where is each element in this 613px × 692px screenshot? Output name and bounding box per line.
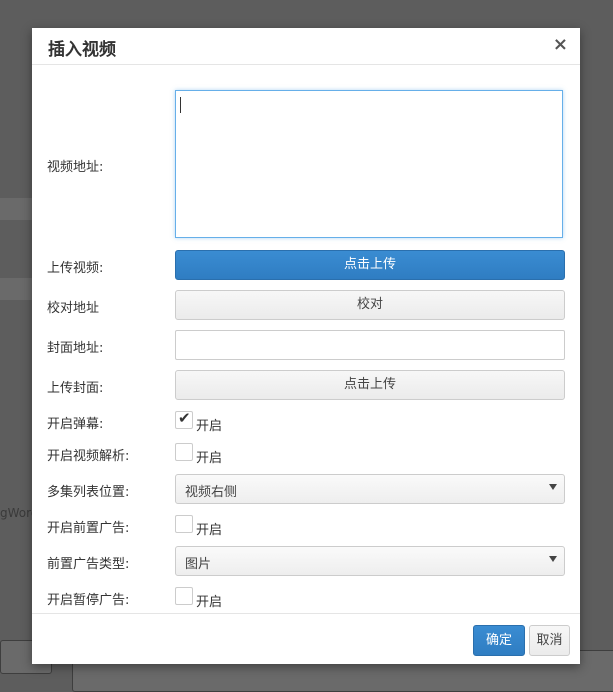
preroll-ad-checkbox[interactable]	[175, 515, 193, 533]
upload-cover-label: 上传封面:	[47, 381, 104, 396]
text-caret	[180, 97, 181, 113]
proofread-button[interactable]: 校对	[175, 290, 565, 320]
dialog-header: 插入视频 ×	[32, 28, 580, 65]
preroll-ad-option-label: 开启	[196, 523, 223, 538]
preroll-ad-label: 开启前置广告:	[47, 521, 130, 536]
checkmark-icon: ✔	[178, 409, 191, 427]
danmaku-label: 开启弹幕:	[47, 417, 104, 432]
upload-video-label: 上传视频:	[47, 261, 104, 276]
playlist-position-label: 多集列表位置:	[47, 485, 130, 500]
parse-label: 开启视频解析:	[47, 449, 130, 464]
chevron-down-icon	[549, 484, 557, 490]
chevron-down-icon	[549, 556, 557, 562]
parse-option-label: 开启	[196, 451, 223, 466]
dialog-footer: 确定 取消	[32, 613, 580, 665]
preroll-type-value: 图片	[185, 557, 212, 572]
dialog-title: 插入视频	[48, 40, 116, 60]
cover-url-label: 封面地址:	[47, 341, 104, 356]
parse-checkbox[interactable]	[175, 443, 193, 461]
cancel-button[interactable]: 取消	[529, 625, 570, 656]
cover-url-input[interactable]	[175, 330, 565, 360]
upload-cover-button[interactable]: 点击上传	[175, 370, 565, 400]
pause-ad-option-label: 开启	[196, 595, 223, 610]
playlist-position-select[interactable]: 视频右侧	[175, 474, 565, 504]
video-url-textarea[interactable]	[175, 90, 563, 238]
video-url-label: 视频地址:	[47, 160, 104, 175]
close-icon[interactable]: ×	[553, 34, 568, 56]
ok-button[interactable]: 确定	[473, 625, 525, 656]
preroll-type-label: 前置广告类型:	[47, 557, 130, 572]
upload-video-button[interactable]: 点击上传	[175, 250, 565, 280]
danmaku-checkbox[interactable]: ✔	[175, 409, 193, 429]
pause-ad-checkbox[interactable]	[175, 587, 193, 605]
pause-ad-label: 开启暂停广告:	[47, 593, 130, 608]
insert-video-dialog: 插入视频 × 视频地址: 上传视频: 点击上传 校对地址 校对 封面地址: 上传…	[32, 28, 580, 664]
proofread-label: 校对地址	[47, 301, 100, 316]
preroll-type-select[interactable]: 图片	[175, 546, 565, 576]
danmaku-option-label: 开启	[196, 419, 223, 434]
playlist-position-value: 视频右侧	[185, 485, 238, 500]
